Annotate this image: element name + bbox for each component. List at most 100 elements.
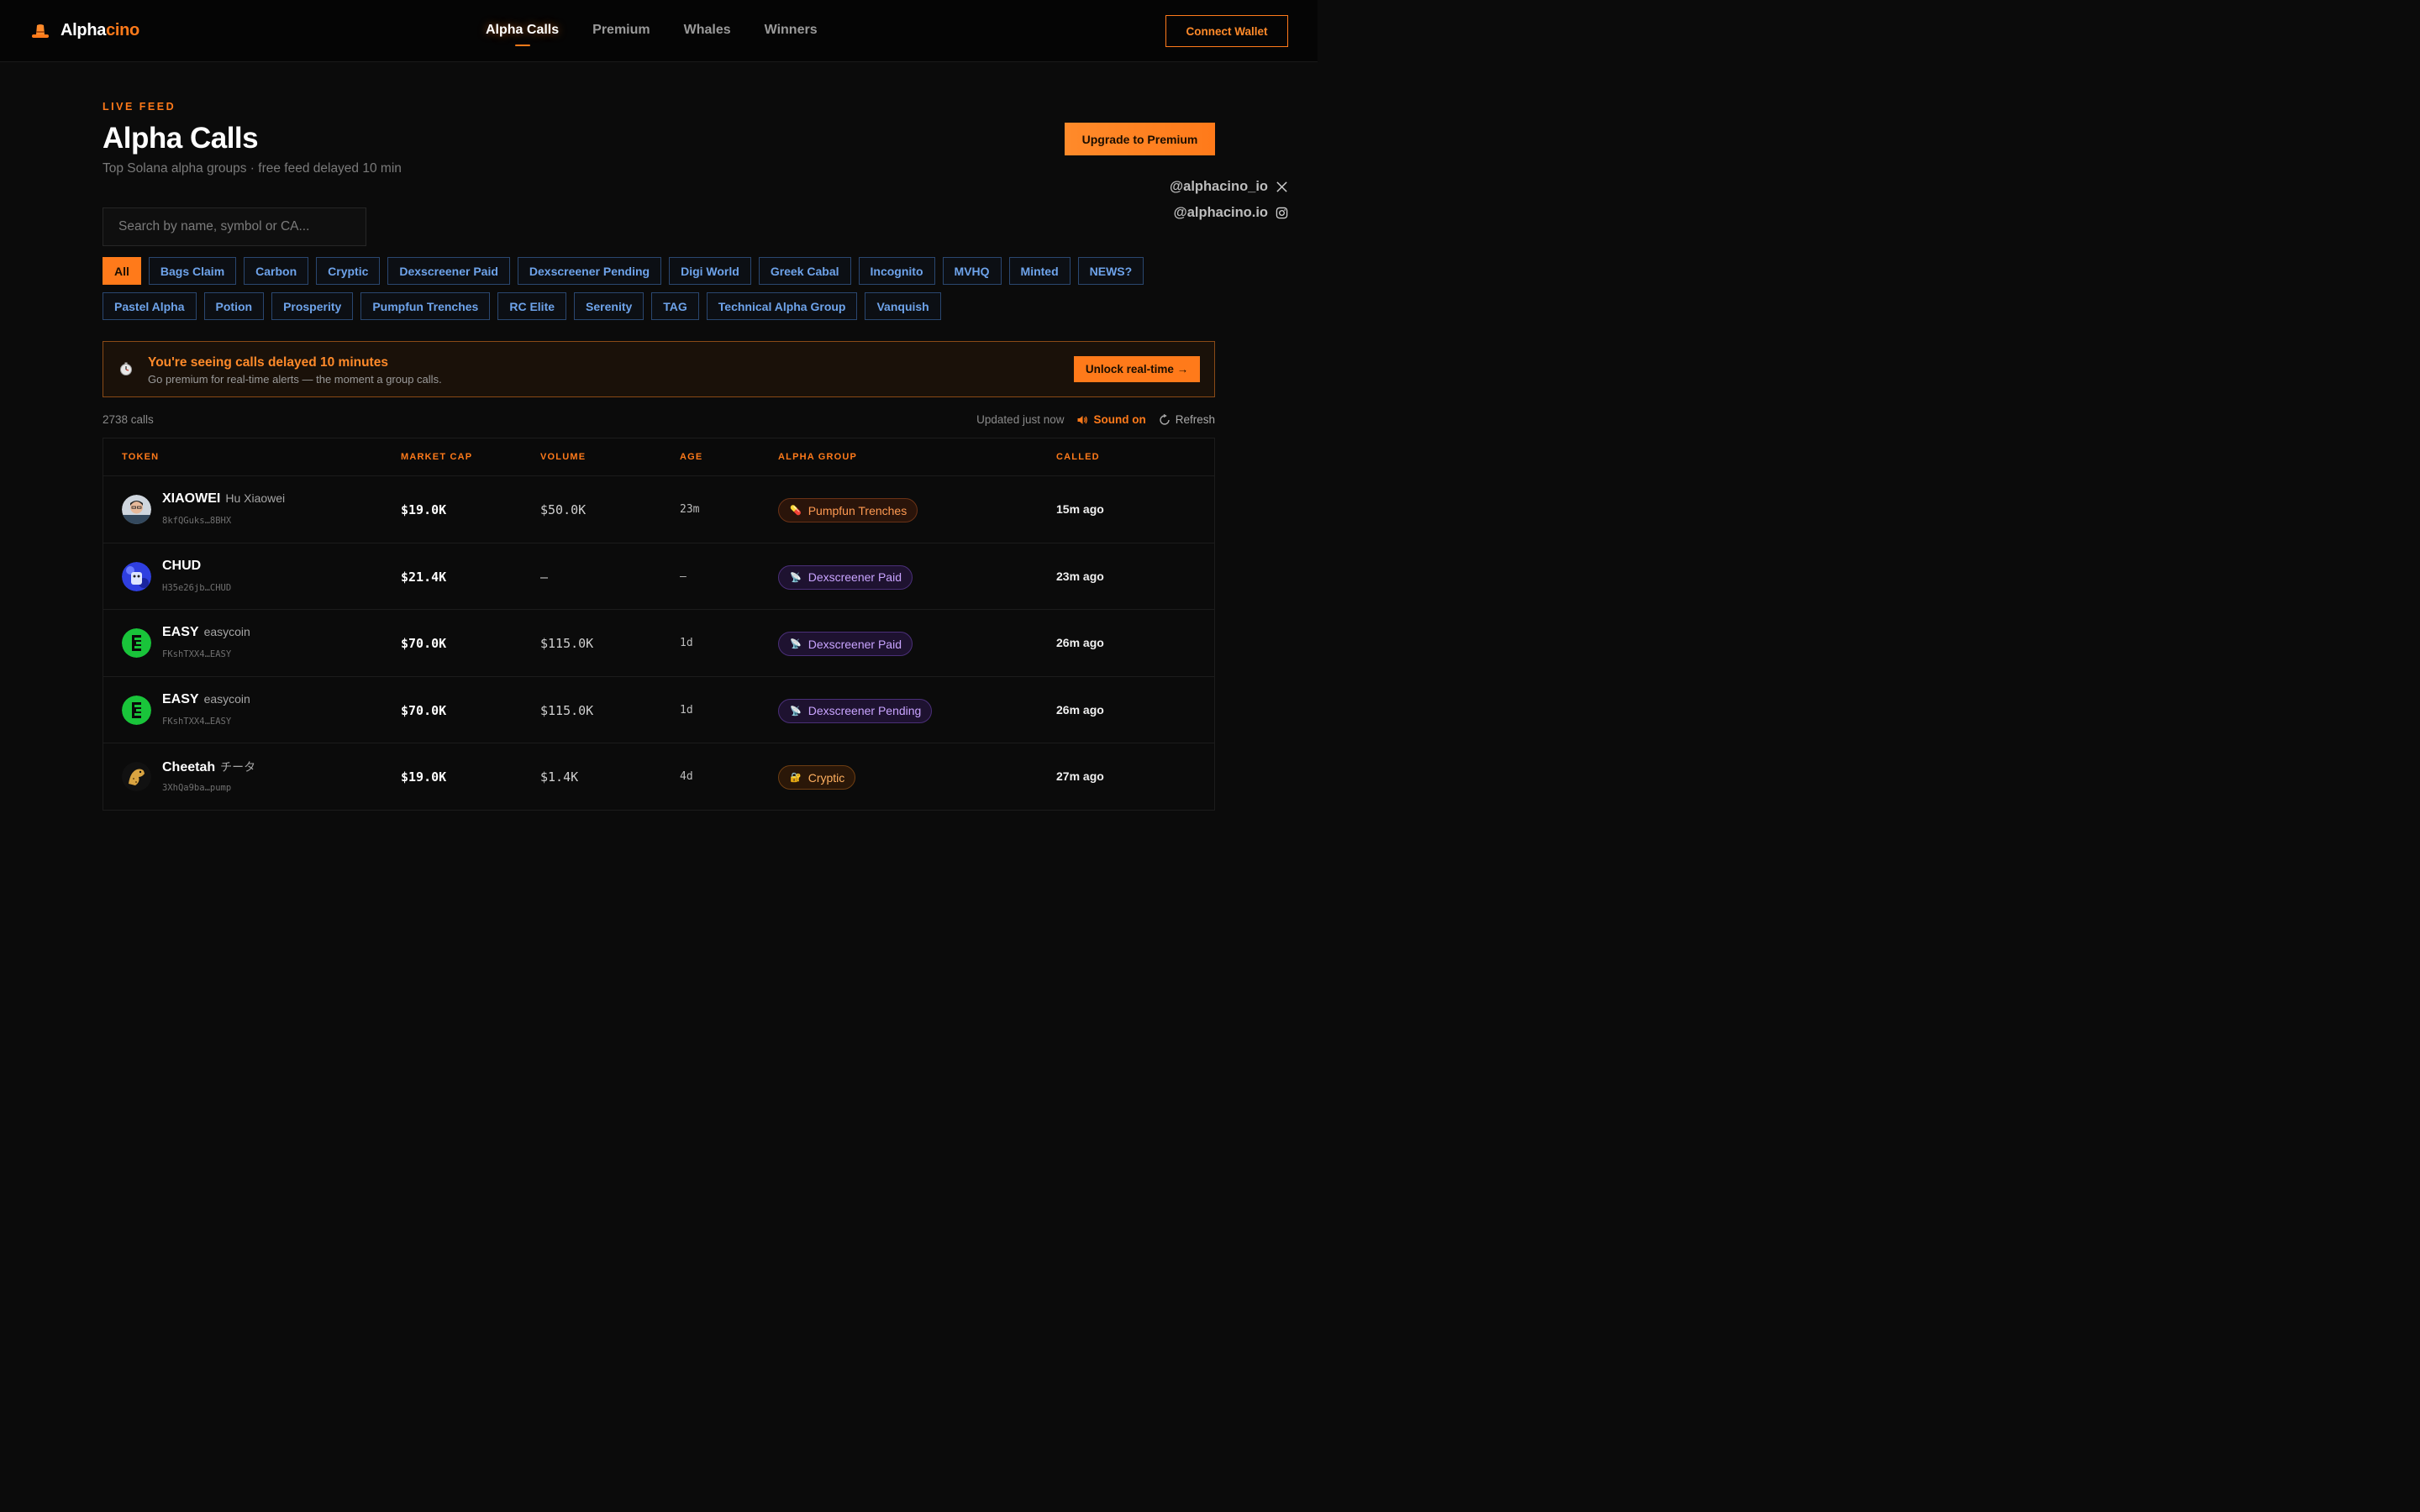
pill-icon: 📡	[790, 639, 802, 649]
token-avatar-easy	[122, 695, 151, 725]
refresh-label: Refresh	[1175, 413, 1215, 426]
table-row[interactable]: CHUD H35e26jb…CHUD $21.4K — — 📡 Dexscreen…	[103, 543, 1214, 610]
filter-chip-all[interactable]: All	[103, 257, 141, 285]
token-symbol: CHUD	[162, 558, 202, 573]
volume-value: $115.0K	[540, 636, 594, 651]
top-nav-bar: Alphacino Alpha Calls Premium Whales Win…	[0, 0, 1318, 62]
volume-value: —	[540, 569, 549, 585]
group-filter-chips: All Bags Claim Carbon Cryptic Dexscreene…	[103, 257, 1220, 320]
x-logo-icon	[1276, 181, 1287, 192]
search-input[interactable]	[103, 207, 366, 246]
age-value: —	[680, 570, 687, 583]
unlock-realtime-button[interactable]: Unlock real-time →	[1074, 356, 1200, 382]
market-cap-value: $19.0K	[401, 769, 447, 785]
filter-chip-rc-elite[interactable]: RC Elite	[497, 292, 567, 320]
alpha-calls-table: TOKEN MARKET CAP VOLUME AGE ALPHA GROUP …	[103, 438, 1215, 811]
token-name: easycoin	[203, 625, 250, 638]
instagram-handle: @alphacino.io	[1173, 205, 1268, 220]
market-cap-value: $19.0K	[401, 502, 447, 517]
header-called[interactable]: CALLED	[1056, 452, 1100, 462]
table-header: TOKEN MARKET CAP VOLUME AGE ALPHA GROUP …	[103, 438, 1214, 476]
filter-chip-mvhq[interactable]: MVHQ	[942, 257, 1002, 285]
pill-icon: 🔐	[790, 773, 802, 783]
filter-chip-news[interactable]: NEWS?	[1077, 257, 1144, 285]
token-symbol: Cheetah チータ	[162, 760, 256, 774]
filter-chip-bags-claim[interactable]: Bags Claim	[148, 257, 237, 285]
header-age[interactable]: AGE	[680, 452, 702, 462]
called-time: 15m ago	[1056, 502, 1104, 516]
header-alpha-group[interactable]: ALPHA GROUP	[778, 452, 857, 462]
pill-icon: 💊	[790, 506, 802, 516]
calls-count: 2738 calls	[103, 413, 154, 426]
token-address[interactable]: 3XhQa9ba…pump	[162, 783, 231, 793]
filter-chip-dexscreener-paid[interactable]: Dexscreener Paid	[387, 257, 510, 285]
token-address[interactable]: FKshTXX4…EASY	[162, 649, 231, 659]
filter-chip-serenity[interactable]: Serenity	[574, 292, 644, 320]
filter-chip-incognito[interactable]: Incognito	[858, 257, 935, 285]
market-cap-value: $21.4K	[401, 569, 447, 585]
token-name: Hu Xiaowei	[225, 491, 286, 505]
filter-chip-vanquish[interactable]: Vanquish	[865, 292, 941, 320]
token-avatar-easy	[122, 628, 151, 658]
filter-chip-cryptic[interactable]: Cryptic	[316, 257, 381, 285]
age-value: 23m	[680, 503, 700, 516]
brand-logo[interactable]: Alphacino	[30, 20, 139, 40]
stopwatch-icon	[120, 362, 132, 375]
refresh-icon	[1160, 413, 1170, 425]
filter-chip-tag[interactable]: TAG	[651, 292, 699, 320]
filter-chip-potion[interactable]: Potion	[203, 292, 265, 320]
header-market-cap[interactable]: MARKET CAP	[401, 452, 472, 462]
table-row[interactable]: XIAOWEI Hu Xiaowei 8kfQGuks…8BHX $19.0K $…	[103, 476, 1214, 543]
alpha-group-badge[interactable]: 💊 Pumpfun Trenches	[778, 498, 918, 522]
filter-chip-carbon[interactable]: Carbon	[244, 257, 309, 285]
token-symbol: EASY easycoin	[162, 691, 250, 706]
sound-label: Sound on	[1093, 413, 1146, 426]
filter-chip-pumpfun-trenches[interactable]: Pumpfun Trenches	[360, 292, 491, 320]
filter-chip-technical-alpha-group[interactable]: Technical Alpha Group	[706, 292, 858, 320]
filter-chip-minted[interactable]: Minted	[1008, 257, 1071, 285]
header-volume[interactable]: VOLUME	[540, 452, 586, 462]
page-title: Alpha Calls	[103, 122, 259, 155]
connect-wallet-button[interactable]: Connect Wallet	[1165, 15, 1288, 47]
filter-chip-digi-world[interactable]: Digi World	[669, 257, 751, 285]
token-avatar-chud	[122, 561, 151, 591]
market-cap-value: $70.0K	[401, 636, 447, 651]
nav-winners[interactable]: Winners	[765, 23, 818, 38]
nav-alpha-calls[interactable]: Alpha Calls	[486, 23, 559, 38]
filter-chip-pastel-alpha[interactable]: Pastel Alpha	[103, 292, 197, 320]
token-symbol: XIAOWEI Hu Xiaowei	[162, 491, 286, 506]
volume-value: $115.0K	[540, 702, 594, 718]
header-token[interactable]: TOKEN	[122, 452, 159, 462]
table-row[interactable]: EASY easycoin FKshTXX4…EASY $70.0K $115.0…	[103, 610, 1214, 677]
token-address[interactable]: H35e26jb…CHUD	[162, 583, 231, 593]
refresh-button[interactable]: Refresh	[1159, 413, 1215, 426]
filter-chip-prosperity[interactable]: Prosperity	[271, 292, 354, 320]
called-time: 26m ago	[1056, 636, 1104, 649]
token-avatar-xiaowei	[122, 495, 151, 524]
token-avatar-cheetah	[122, 762, 151, 791]
pill-icon: 📡	[790, 706, 802, 717]
sound-toggle[interactable]: Sound on	[1076, 413, 1146, 426]
alpha-group-badge[interactable]: 📡 Dexscreener Pending	[778, 698, 933, 723]
filter-chip-dexscreener-pending[interactable]: Dexscreener Pending	[517, 257, 662, 285]
alpha-group-badge[interactable]: 📡 Dexscreener Paid	[778, 632, 913, 656]
x-social-link[interactable]: @alphacino_io	[1170, 179, 1288, 195]
upgrade-to-premium-button[interactable]: Upgrade to Premium	[1065, 123, 1215, 155]
alpha-group-badge[interactable]: 📡 Dexscreener Paid	[778, 564, 913, 590]
nav-premium[interactable]: Premium	[592, 23, 650, 38]
called-time: 26m ago	[1056, 702, 1104, 717]
filter-chip-greek-cabal[interactable]: Greek Cabal	[758, 257, 851, 285]
token-address[interactable]: FKshTXX4…EASY	[162, 717, 231, 727]
hat-logo-icon	[32, 24, 49, 38]
token-name: easycoin	[203, 691, 250, 706]
alpha-group-badge[interactable]: 🔐 Cryptic	[778, 765, 856, 790]
x-handle: @alphacino_io	[1170, 179, 1268, 194]
table-row[interactable]: EASY easycoin FKshTXX4…EASY $70.0K $115.0…	[103, 676, 1214, 743]
instagram-social-link[interactable]: @alphacino.io	[1174, 205, 1288, 221]
nav-whales[interactable]: Whales	[684, 23, 731, 38]
token-address[interactable]: 8kfQGuks…8BHX	[162, 516, 231, 526]
brand-name: Alphacino	[60, 20, 139, 39]
updated-timestamp: Updated just now	[976, 413, 1065, 426]
table-row[interactable]: Cheetah チータ 3XhQa9ba…pump $19.0K $1.4K 4d…	[103, 743, 1214, 811]
main-nav: Alpha Calls Premium Whales Winners	[486, 23, 818, 38]
